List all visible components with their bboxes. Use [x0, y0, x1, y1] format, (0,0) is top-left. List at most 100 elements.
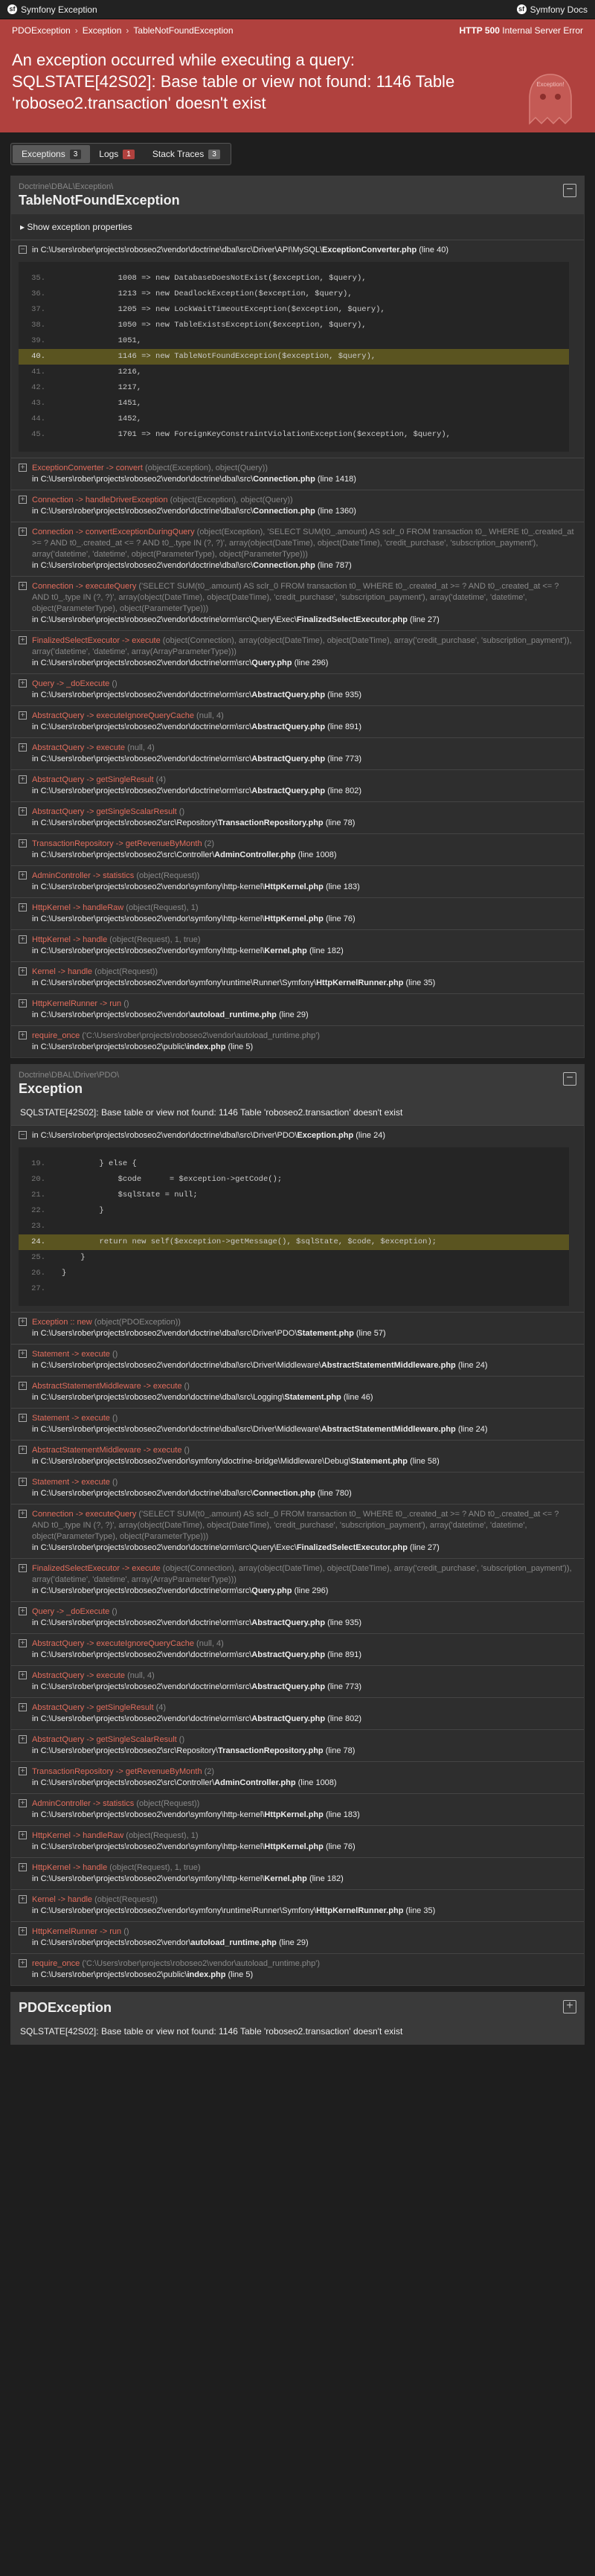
trace-line[interactable]: + require_once ('C:\Users\rober\projects\…	[11, 1953, 584, 1985]
plus-icon[interactable]: +	[19, 636, 27, 644]
trace-line[interactable]: + AdminController -> statistics (object(R…	[11, 1793, 584, 1825]
plus-icon[interactable]: +	[19, 1382, 27, 1390]
trace-line[interactable]: + HttpKernel -> handle (object(Request), …	[11, 1857, 584, 1889]
trace-list: + Exception :: new (object(PDOException))…	[11, 1312, 584, 1985]
show-properties-label: Show exception properties	[27, 222, 132, 232]
trace-line[interactable]: + Query -> _doExecute () in C:\Users\rober…	[11, 673, 584, 705]
trace-call: Connection -> handleDriverException (obj…	[32, 495, 576, 506]
trace-line-expanded[interactable]: − in C:\Users\rober\projects\roboseo2\ve…	[11, 1125, 584, 1312]
trace-call: AbstractQuery -> execute (null, 4)	[32, 743, 576, 754]
trace-line[interactable]: + Query -> _doExecute () in C:\Users\rober…	[11, 1601, 584, 1633]
trace-line[interactable]: + HttpKernel -> handleRaw (object(Request…	[11, 897, 584, 929]
plus-icon[interactable]: +	[19, 1959, 27, 1967]
docs-link-text[interactable]: Symfony Docs	[530, 4, 588, 15]
trace-line[interactable]: + HttpKernel -> handleRaw (object(Request…	[11, 1825, 584, 1857]
trace-line[interactable]: + Kernel -> handle (object(Request)) in C:…	[11, 1889, 584, 1921]
trace-line[interactable]: + AbstractQuery -> getSingleScalarResult …	[11, 1729, 584, 1761]
collapse-toggle-icon[interactable]: −	[563, 1072, 576, 1086]
plus-icon[interactable]: +	[19, 935, 27, 943]
trace-path: in C:\Users\rober\projects\roboseo2\vend…	[32, 1586, 252, 1595]
line-number: 25.	[31, 1253, 45, 1262]
trace-line[interactable]: + TransactionRepository -> getRevenueByMo…	[11, 833, 584, 865]
plus-icon[interactable]: +	[19, 1735, 27, 1743]
plus-icon[interactable]: +	[19, 1446, 27, 1454]
minus-icon[interactable]: −	[19, 246, 27, 254]
plus-icon[interactable]: +	[19, 1767, 27, 1775]
trace-line[interactable]: + Connection -> handleDriverException (ob…	[11, 490, 584, 522]
tab-stack-traces[interactable]: Stack Traces 3	[144, 145, 229, 163]
trace-line[interactable]: + Statement -> execute () in C:\Users\robe…	[11, 1472, 584, 1504]
trace-line[interactable]: + FinalizedSelectExecutor -> execute (obj…	[11, 1558, 584, 1601]
trace-line[interactable]: + HttpKernelRunner -> run () in C:\Users\r…	[11, 1921, 584, 1953]
plus-icon[interactable]: +	[19, 1607, 27, 1615]
trace-line[interactable]: + AbstractQuery -> getSingleScalarResult …	[11, 801, 584, 833]
trace-line[interactable]: + Connection -> executeQuery ('SELECT SUM…	[11, 1504, 584, 1558]
trace-line[interactable]: + AbstractStatementMiddleware -> execute …	[11, 1376, 584, 1408]
collapse-toggle-icon[interactable]: −	[563, 184, 576, 197]
plus-icon[interactable]: +	[19, 464, 27, 472]
trace-line[interactable]: + Kernel -> handle (object(Request)) in C:…	[11, 961, 584, 993]
plus-icon[interactable]: +	[19, 679, 27, 688]
minus-icon[interactable]: −	[19, 1131, 27, 1139]
docs-link[interactable]: sf Symfony Docs	[516, 4, 588, 15]
trace-line[interactable]: + AbstractQuery -> execute (null, 4) in C:…	[11, 1665, 584, 1697]
plus-icon[interactable]: +	[19, 1318, 27, 1326]
trace-line[interactable]: + AdminController -> statistics (object(R…	[11, 865, 584, 897]
trace-line[interactable]: + ExceptionConverter -> convert (object(E…	[11, 458, 584, 490]
plus-icon[interactable]: +	[19, 1703, 27, 1711]
trace-line[interactable]: + require_once ('C:\Users\rober\projects\…	[11, 1025, 584, 1057]
tab-logs[interactable]: Logs 1	[90, 145, 144, 163]
plus-icon[interactable]: +	[19, 1927, 27, 1935]
trace-line[interactable]: + AbstractQuery -> getSingleResult (4) in …	[11, 769, 584, 801]
expand-toggle-icon[interactable]: +	[563, 2000, 576, 2013]
plus-icon[interactable]: +	[19, 903, 27, 911]
plus-icon[interactable]: +	[19, 582, 27, 590]
trace-line[interactable]: + Exception :: new (object(PDOException))…	[11, 1312, 584, 1344]
plus-icon[interactable]: +	[19, 1031, 27, 1039]
plus-icon[interactable]: +	[19, 839, 27, 848]
plus-icon[interactable]: +	[19, 496, 27, 504]
trace-call: Connection -> executeQuery ('SELECT SUM(…	[32, 581, 576, 615]
trace-line[interactable]: + Statement -> execute () in C:\Users\robe…	[11, 1344, 584, 1376]
plus-icon[interactable]: +	[19, 1414, 27, 1422]
trace-path: in C:\Users\rober\projects\roboseo2\vend…	[32, 615, 297, 624]
plus-icon[interactable]: +	[19, 967, 27, 975]
plus-icon[interactable]: +	[19, 1863, 27, 1871]
plus-icon[interactable]: +	[19, 1831, 27, 1839]
trace-line[interactable]: + HttpKernelRunner -> run () in C:\Users\r…	[11, 993, 584, 1025]
trace-location: in C:\Users\rober\projects\roboseo2\vend…	[32, 1938, 576, 1949]
plus-icon[interactable]: +	[19, 999, 27, 1007]
plus-icon[interactable]: +	[19, 871, 27, 880]
plus-icon[interactable]: +	[19, 1510, 27, 1518]
trace-line[interactable]: + TransactionRepository -> getRevenueByMo…	[11, 1761, 584, 1793]
trace-line[interactable]: + AbstractQuery -> execute (null, 4) in C:…	[11, 737, 584, 769]
trace-line[interactable]: + HttpKernel -> handle (object(Request), …	[11, 929, 584, 961]
trace-line[interactable]: + Connection -> executeQuery ('SELECT SUM…	[11, 576, 584, 630]
breadcrumb-item: TableNotFoundException	[133, 25, 234, 36]
trace-line[interactable]: + AbstractQuery -> getSingleResult (4) in …	[11, 1697, 584, 1729]
plus-icon[interactable]: +	[19, 1799, 27, 1807]
trace-line[interactable]: + Connection -> convertExceptionDuringQue…	[11, 522, 584, 576]
trace-line[interactable]: + AbstractQuery -> executeIgnoreQueryCach…	[11, 705, 584, 737]
tab-exceptions[interactable]: Exceptions 3	[13, 145, 91, 163]
plus-icon[interactable]: +	[19, 528, 27, 536]
plus-icon[interactable]: +	[19, 743, 27, 752]
plus-icon[interactable]: +	[19, 1639, 27, 1647]
trace-line[interactable]: + Statement -> execute () in C:\Users\robe…	[11, 1408, 584, 1440]
plus-icon[interactable]: +	[19, 1895, 27, 1903]
plus-icon[interactable]: +	[19, 711, 27, 720]
plus-icon[interactable]: +	[19, 1564, 27, 1572]
code-text: }	[62, 1253, 86, 1262]
trace-line[interactable]: + FinalizedSelectExecutor -> execute (obj…	[11, 630, 584, 673]
show-properties-toggle[interactable]: ▸ Show exception properties	[11, 214, 584, 240]
plus-icon[interactable]: +	[19, 807, 27, 816]
trace-file: AbstractQuery.php	[251, 1650, 326, 1659]
trace-line[interactable]: + AbstractQuery -> executeIgnoreQueryCach…	[11, 1633, 584, 1665]
plus-icon[interactable]: +	[19, 1350, 27, 1358]
plus-icon[interactable]: +	[19, 775, 27, 784]
trace-path: in C:\Users\rober\projects\roboseo2\vend…	[32, 1131, 298, 1140]
plus-icon[interactable]: +	[19, 1671, 27, 1679]
trace-line[interactable]: + AbstractStatementMiddleware -> execute …	[11, 1440, 584, 1472]
plus-icon[interactable]: +	[19, 1478, 27, 1486]
trace-line-expanded[interactable]: − in C:\Users\rober\projects\roboseo2\ve…	[11, 240, 584, 458]
